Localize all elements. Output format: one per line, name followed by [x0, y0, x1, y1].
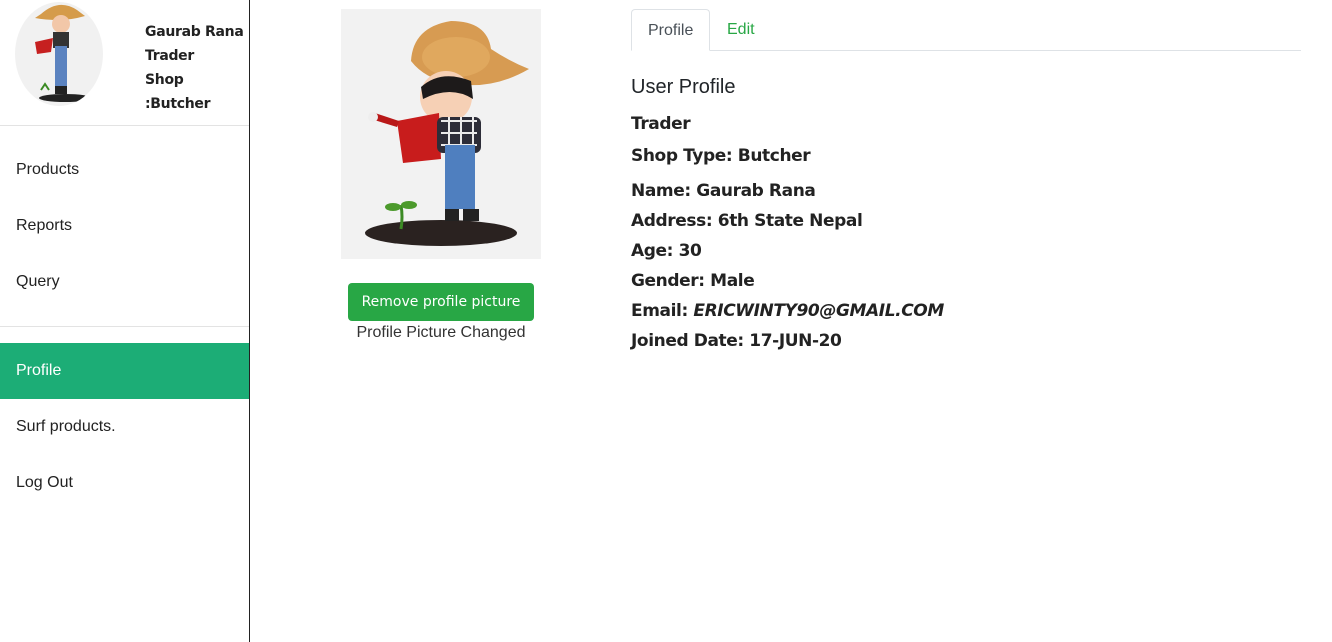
user-role: Trader [145, 48, 194, 64]
nav-item-query[interactable]: Query [0, 254, 249, 310]
profile-address: Address: 6th State Nepal [631, 211, 863, 231]
profile-tabs: Profile Edit [631, 9, 1301, 51]
nav-item-reports[interactable]: Reports [0, 198, 249, 254]
user-name: Gaurab Rana [145, 24, 244, 40]
user-card: Gaurab Rana Trader Shop :Butcher [0, 0, 249, 126]
tab-profile[interactable]: Profile [631, 9, 710, 51]
remove-profile-picture-button[interactable]: Remove profile picture [348, 283, 534, 321]
nav-item-products[interactable]: Products [0, 142, 249, 198]
profile-section-title: User Profile [631, 76, 736, 98]
profile-age: Age: 30 [631, 241, 702, 261]
nav-bottom: Profile Surf products. Log Out [0, 343, 249, 511]
profile-gender: Gender: Male [631, 271, 755, 291]
avatar [15, 2, 103, 106]
profile-shop-type: Shop Type: Butcher [631, 146, 811, 166]
profile-role: Trader [631, 114, 691, 134]
profile-email-value: ERICWINTY90@GMAIL.COM [693, 301, 944, 321]
profile-name: Name: Gaurab Rana [631, 181, 816, 201]
nav-item-logout[interactable]: Log Out [0, 455, 249, 511]
sidebar: Gaurab Rana Trader Shop :Butcher Product… [0, 0, 250, 642]
profile-picture-status: Profile Picture Changed [356, 324, 526, 341]
nav-top: Products Reports Query [0, 126, 249, 310]
profile-joined-date: Joined Date: 17-JUN-20 [631, 331, 842, 351]
nav-divider [0, 326, 249, 327]
user-info: Gaurab Rana Trader Shop :Butcher [145, 20, 249, 116]
profile-picture [341, 9, 541, 259]
profile-email: Email: ERICWINTY90@GMAIL.COM [631, 301, 944, 321]
user-shop: Shop :Butcher [145, 72, 211, 112]
nav-item-surf-products[interactable]: Surf products. [0, 399, 249, 455]
profile-email-label: Email: [631, 301, 694, 321]
tab-edit[interactable]: Edit [711, 9, 771, 51]
nav-item-profile[interactable]: Profile [0, 343, 249, 399]
